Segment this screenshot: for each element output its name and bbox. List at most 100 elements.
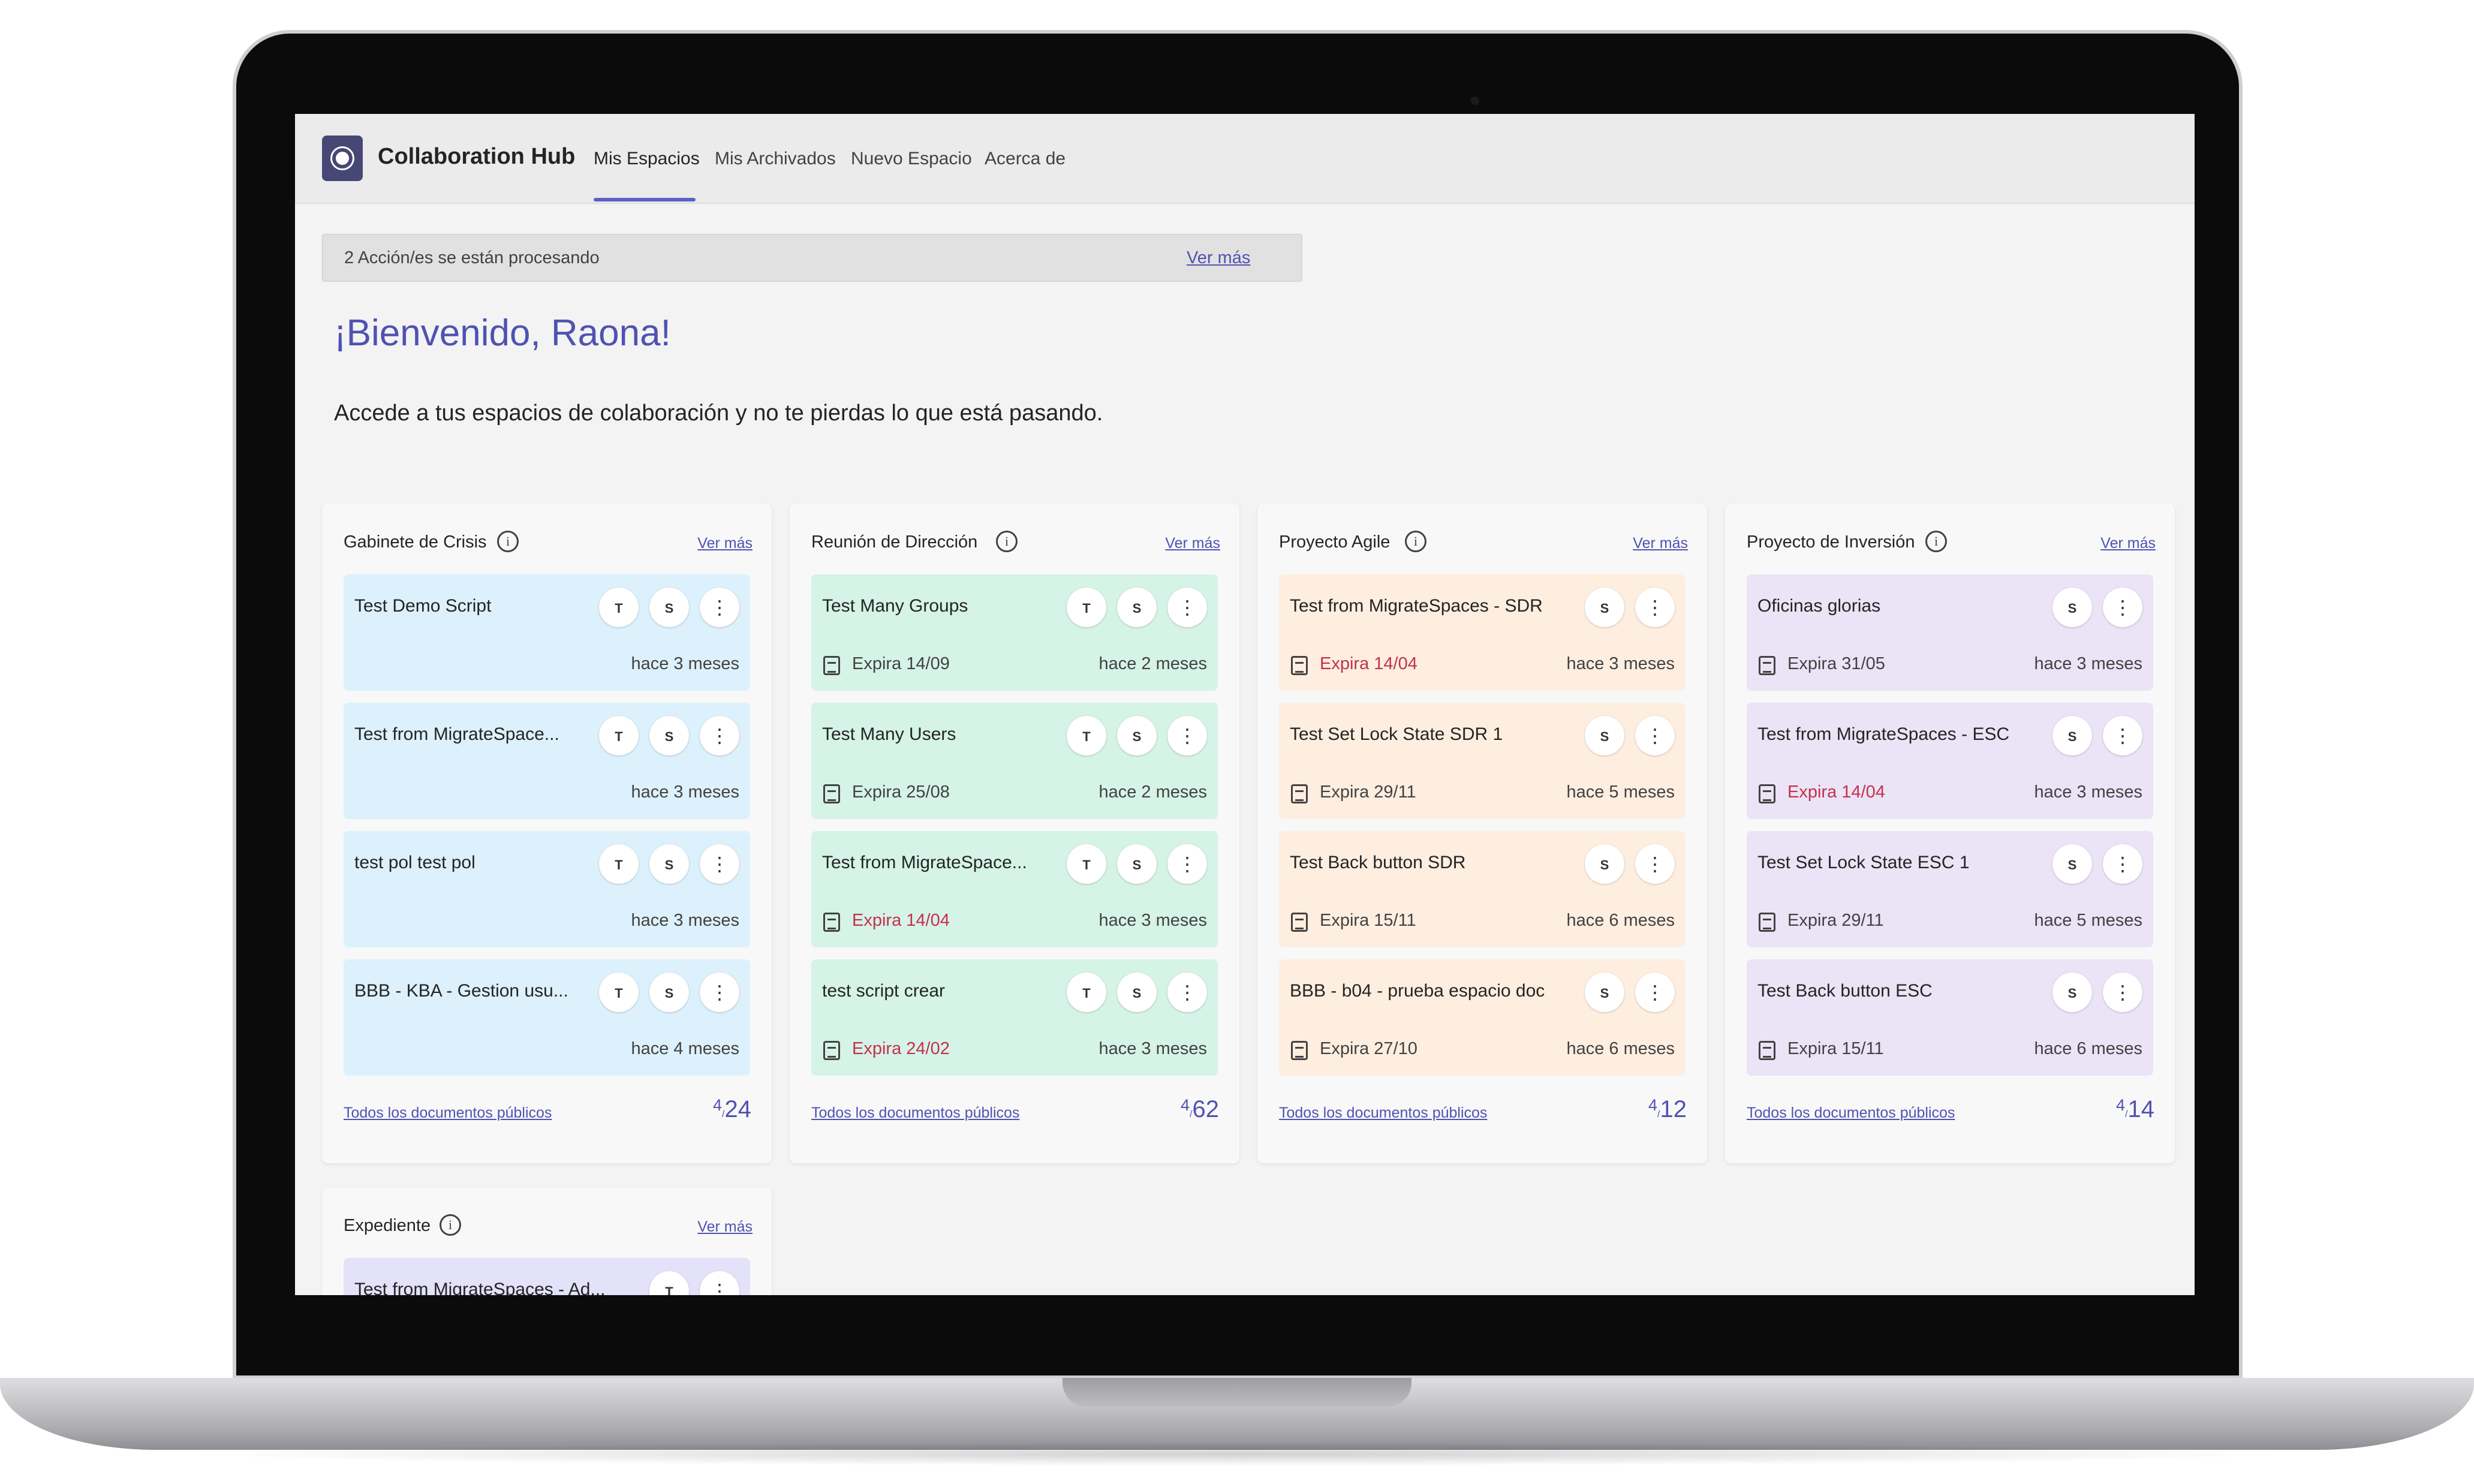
space-card[interactable]: test pol test pol hace 3 meses: [344, 831, 750, 947]
space-card[interactable]: Test Back button ESC Expira 15/11 hace 6…: [1747, 959, 2153, 1076]
sharepoint-icon[interactable]: [649, 973, 689, 1012]
column-ver-mas-link[interactable]: Ver más: [697, 1218, 753, 1236]
sharepoint-icon[interactable]: [1117, 973, 1157, 1012]
space-card[interactable]: test script crear Expira 24/02 hace 3 me…: [811, 959, 1218, 1076]
space-card[interactable]: Test from MigrateSpaces - ESC Expira 14/…: [1747, 703, 2153, 819]
notice-ver-mas-link[interactable]: Ver más: [1187, 248, 1250, 268]
teams-icon[interactable]: [599, 588, 639, 627]
card-name: Test Many Users: [822, 724, 956, 744]
space-column-expediente: Expediente i Ver más Test from MigrateSp…: [322, 1187, 772, 1295]
calendar-icon: [1759, 656, 1775, 675]
teams-icon[interactable]: [1067, 588, 1106, 627]
more-vertical-icon[interactable]: [700, 588, 739, 627]
sharepoint-icon[interactable]: [649, 588, 689, 627]
column-ver-mas-link[interactable]: Ver más: [2100, 535, 2156, 552]
card-time: hace 6 meses: [1566, 1039, 1675, 1058]
info-icon[interactable]: i: [440, 1214, 461, 1236]
sharepoint-icon[interactable]: [2052, 973, 2092, 1012]
sharepoint-icon[interactable]: [649, 716, 689, 755]
card-name: test script crear: [822, 981, 946, 1001]
space-card[interactable]: Test Many Groups Expira 14/09 hace 2 mes…: [811, 574, 1218, 691]
space-card[interactable]: Test from MigrateSpace... Expira 14/04 h…: [811, 831, 1218, 947]
card-name: Test Demo Script: [354, 596, 492, 616]
public-documents-link[interactable]: Todos los documentos públicos: [811, 1104, 1019, 1122]
info-icon[interactable]: i: [497, 531, 519, 552]
welcome-title: ¡Bienvenido, Raona!: [334, 312, 671, 354]
more-vertical-icon[interactable]: [700, 844, 739, 884]
tab-mis-archivados[interactable]: Mis Archivados: [715, 149, 836, 169]
space-card[interactable]: Test Set Lock State ESC 1 Expira 29/11 h…: [1747, 831, 2153, 947]
more-vertical-icon[interactable]: [1167, 844, 1207, 884]
column-ver-mas-link[interactable]: Ver más: [697, 535, 753, 552]
space-card[interactable]: BBB - b04 - prueba espacio doc Expira 27…: [1279, 959, 1686, 1076]
sharepoint-icon[interactable]: [1585, 844, 1624, 884]
card-name: Test from MigrateSpaces - ESC: [1757, 724, 2010, 744]
info-icon[interactable]: i: [996, 531, 1018, 552]
sharepoint-icon[interactable]: [2052, 844, 2092, 884]
space-card[interactable]: Test Many Users Expira 25/08 hace 2 mese…: [811, 703, 1218, 819]
teams-icon[interactable]: [649, 1271, 689, 1295]
card-expiry: Expira 27/10: [1320, 1039, 1417, 1058]
space-card[interactable]: Test from MigrateSpace... hace 3 meses: [344, 703, 750, 819]
card-expiry: Expira 29/11: [1320, 782, 1416, 802]
column-ver-mas-link[interactable]: Ver más: [1165, 535, 1220, 552]
more-vertical-icon[interactable]: [2103, 844, 2142, 884]
more-vertical-icon[interactable]: [1635, 588, 1675, 627]
more-vertical-icon[interactable]: [700, 1271, 739, 1295]
sharepoint-icon[interactable]: [2052, 588, 2092, 627]
sharepoint-icon[interactable]: [2052, 716, 2092, 755]
more-vertical-icon[interactable]: [2103, 716, 2142, 755]
more-vertical-icon[interactable]: [2103, 973, 2142, 1012]
app-header: Collaboration Hub Mis Espacios Mis Archi…: [295, 114, 2195, 204]
space-card[interactable]: Test Demo Script hace 3 meses: [344, 574, 750, 691]
more-vertical-icon[interactable]: [700, 973, 739, 1012]
teams-icon[interactable]: [599, 973, 639, 1012]
info-icon[interactable]: i: [1405, 531, 1426, 552]
sharepoint-icon[interactable]: [649, 844, 689, 884]
tab-mis-espacios[interactable]: Mis Espacios: [594, 149, 700, 169]
more-vertical-icon[interactable]: [1167, 588, 1207, 627]
card-name: Test Set Lock State SDR 1: [1290, 724, 1503, 744]
calendar-icon: [1291, 784, 1308, 803]
space-card[interactable]: Test Back button SDR Expira 15/11 hace 6…: [1279, 831, 1686, 947]
space-card[interactable]: Oficinas glorias Expira 31/05 hace 3 mes…: [1747, 574, 2153, 691]
sharepoint-icon[interactable]: [1117, 588, 1157, 627]
space-card[interactable]: Test Set Lock State SDR 1 Expira 29/11 h…: [1279, 703, 1686, 819]
column-ver-mas-link[interactable]: Ver más: [1633, 535, 1688, 552]
card-time: hace 3 meses: [2034, 782, 2142, 802]
tab-nuevo-espacio[interactable]: Nuevo Espacio: [851, 149, 972, 169]
public-documents-link[interactable]: Todos los documentos públicos: [1747, 1104, 1955, 1122]
more-vertical-icon[interactable]: [1635, 716, 1675, 755]
tab-acerca-de[interactable]: Acerca de: [985, 149, 1066, 169]
sharepoint-icon[interactable]: [1117, 844, 1157, 884]
card-expiry: Expira 14/09: [852, 654, 950, 673]
info-icon[interactable]: i: [1925, 531, 1947, 552]
more-vertical-icon[interactable]: [1635, 973, 1675, 1012]
space-card[interactable]: BBB - KBA - Gestion usu... hace 4 meses: [344, 959, 750, 1076]
card-time: hace 3 meses: [1098, 911, 1207, 930]
calendar-icon: [1759, 913, 1775, 932]
more-vertical-icon[interactable]: [1167, 716, 1207, 755]
calendar-icon: [823, 656, 840, 675]
space-card[interactable]: Test from MigrateSpaces - Ad...: [344, 1258, 750, 1295]
card-time: hace 2 meses: [1098, 654, 1207, 673]
teams-icon[interactable]: [1067, 716, 1106, 755]
space-card[interactable]: Test from MigrateSpaces - SDR Expira 14/…: [1279, 574, 1686, 691]
more-vertical-icon[interactable]: [1635, 844, 1675, 884]
more-vertical-icon[interactable]: [2103, 588, 2142, 627]
calendar-icon: [823, 784, 840, 803]
more-vertical-icon[interactable]: [700, 716, 739, 755]
sharepoint-icon[interactable]: [1585, 716, 1624, 755]
sharepoint-icon[interactable]: [1117, 716, 1157, 755]
laptop-shadow: [180, 1442, 2294, 1466]
public-documents-link[interactable]: Todos los documentos públicos: [344, 1104, 552, 1122]
card-time: hace 4 meses: [631, 1039, 739, 1058]
teams-icon[interactable]: [1067, 973, 1106, 1012]
more-vertical-icon[interactable]: [1167, 973, 1207, 1012]
teams-icon[interactable]: [599, 844, 639, 884]
public-documents-link[interactable]: Todos los documentos públicos: [1279, 1104, 1487, 1122]
sharepoint-icon[interactable]: [1585, 973, 1624, 1012]
teams-icon[interactable]: [1067, 844, 1106, 884]
teams-icon[interactable]: [599, 716, 639, 755]
sharepoint-icon[interactable]: [1585, 588, 1624, 627]
